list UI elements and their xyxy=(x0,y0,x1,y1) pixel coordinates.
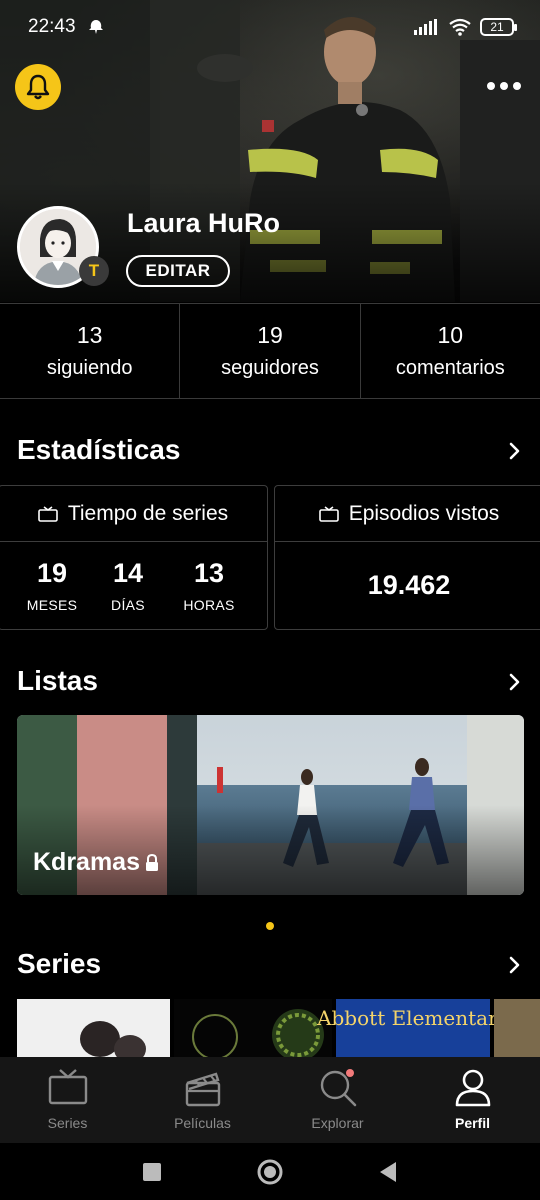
bell-icon xyxy=(26,74,50,100)
system-navigation-bar xyxy=(0,1143,540,1200)
person-icon xyxy=(455,1069,490,1107)
episodes-header: Episodios vistos xyxy=(275,486,540,542)
series-posters: Abbott Elementary xyxy=(17,999,540,1057)
battery-icon: 21 xyxy=(480,18,517,36)
notifications-button[interactable] xyxy=(15,64,61,110)
nav-profile[interactable]: Perfil xyxy=(405,1057,540,1143)
followers-label: seguidores xyxy=(221,357,319,379)
signal-icon xyxy=(414,19,437,35)
list-card-title: Kdramas xyxy=(33,848,160,877)
dot xyxy=(513,82,521,90)
episodes-watched-card[interactable]: Episodios vistos 19.462 xyxy=(274,485,540,630)
series-time-header: Tiempo de series xyxy=(0,486,267,542)
nav-series-label: Series xyxy=(47,1115,88,1131)
search-icon xyxy=(320,1069,356,1107)
status-time: 22:43 xyxy=(28,16,76,37)
days-number: 14 xyxy=(112,558,144,588)
nav-explore[interactable]: Explorar xyxy=(270,1057,405,1143)
status-bar: 22:43 21 xyxy=(0,0,540,54)
recents-button[interactable] xyxy=(132,1152,172,1192)
comments-count: 10 xyxy=(437,322,464,348)
series-chevron-right-icon[interactable] xyxy=(506,956,524,974)
home-button[interactable] xyxy=(250,1152,290,1192)
series-title: Series xyxy=(17,948,102,979)
episodes-count: 19.462 xyxy=(367,570,451,600)
episodes-title: Episodios vistos xyxy=(348,501,500,525)
months-number: 19 xyxy=(36,558,68,588)
series-time-values: 19 MESES 14 DÍAS 13 HORAS xyxy=(0,542,267,613)
months-label: MESES xyxy=(26,597,78,613)
carousel-indicator xyxy=(266,922,274,930)
lock-icon xyxy=(146,853,158,871)
tier-badge: T xyxy=(79,256,109,286)
hours-number: 13 xyxy=(193,558,225,588)
followers-count: 19 xyxy=(257,322,283,348)
hours-value: 13 HORAS xyxy=(161,558,257,613)
months-value: 19 MESES xyxy=(9,558,95,613)
nav-explore-label: Explorar xyxy=(311,1115,364,1131)
following-stat[interactable]: 13 siguiendo xyxy=(0,304,181,398)
edit-profile-button[interactable]: EDITAR xyxy=(126,255,230,287)
dot xyxy=(487,82,495,90)
back-button[interactable] xyxy=(368,1152,408,1192)
poster-title-text: Abbott Elementary xyxy=(316,1006,510,1030)
tv-icon xyxy=(38,505,58,522)
statistics-chevron-right-icon[interactable] xyxy=(506,442,524,460)
battery-level: 21 xyxy=(490,20,504,34)
followers-stat[interactable]: 19 seguidores xyxy=(180,304,361,398)
nav-profile-label: Perfil xyxy=(454,1115,490,1131)
tv-icon xyxy=(318,505,339,522)
profile-name: Laura HuRo xyxy=(127,208,281,238)
series-time-title: Tiempo de series xyxy=(67,501,229,525)
list-name: Kdramas xyxy=(33,848,140,876)
comments-stat[interactable]: 10 comentarios xyxy=(361,304,540,398)
hours-label: HORAS xyxy=(183,597,235,613)
tv-icon xyxy=(48,1069,87,1105)
tier-badge-letter: T xyxy=(88,261,100,280)
days-label: DÍAS xyxy=(111,597,145,613)
notification-icon xyxy=(88,20,103,34)
statistics-title: Estadísticas xyxy=(17,434,181,465)
following-count: 13 xyxy=(76,322,103,348)
lists-chevron-right-icon[interactable] xyxy=(506,673,524,691)
list-card-kdramas[interactable]: Kdramas xyxy=(17,715,524,895)
more-options-button[interactable] xyxy=(484,72,524,100)
lists-title: Listas xyxy=(17,665,98,696)
bottom-navigation: Series Películas Explorar Perfil xyxy=(0,1057,540,1143)
nav-movies[interactable]: Películas xyxy=(135,1057,270,1143)
wifi-icon xyxy=(449,18,471,36)
following-label: siguiendo xyxy=(46,357,133,379)
days-value: 14 DÍAS xyxy=(95,558,161,613)
dot xyxy=(500,82,508,90)
series-time-card[interactable]: Tiempo de series 19 MESES 14 DÍAS 13 HOR… xyxy=(0,485,268,630)
comments-label: comentarios xyxy=(395,357,505,379)
series-carousel[interactable]: Abbott Elementary xyxy=(0,999,540,1057)
nav-movies-label: Películas xyxy=(174,1115,231,1131)
nav-series[interactable]: Series xyxy=(0,1057,135,1143)
follow-stats: 13 siguiendo 19 seguidores 10 comentario… xyxy=(0,303,540,399)
clapperboard-icon xyxy=(185,1072,220,1107)
